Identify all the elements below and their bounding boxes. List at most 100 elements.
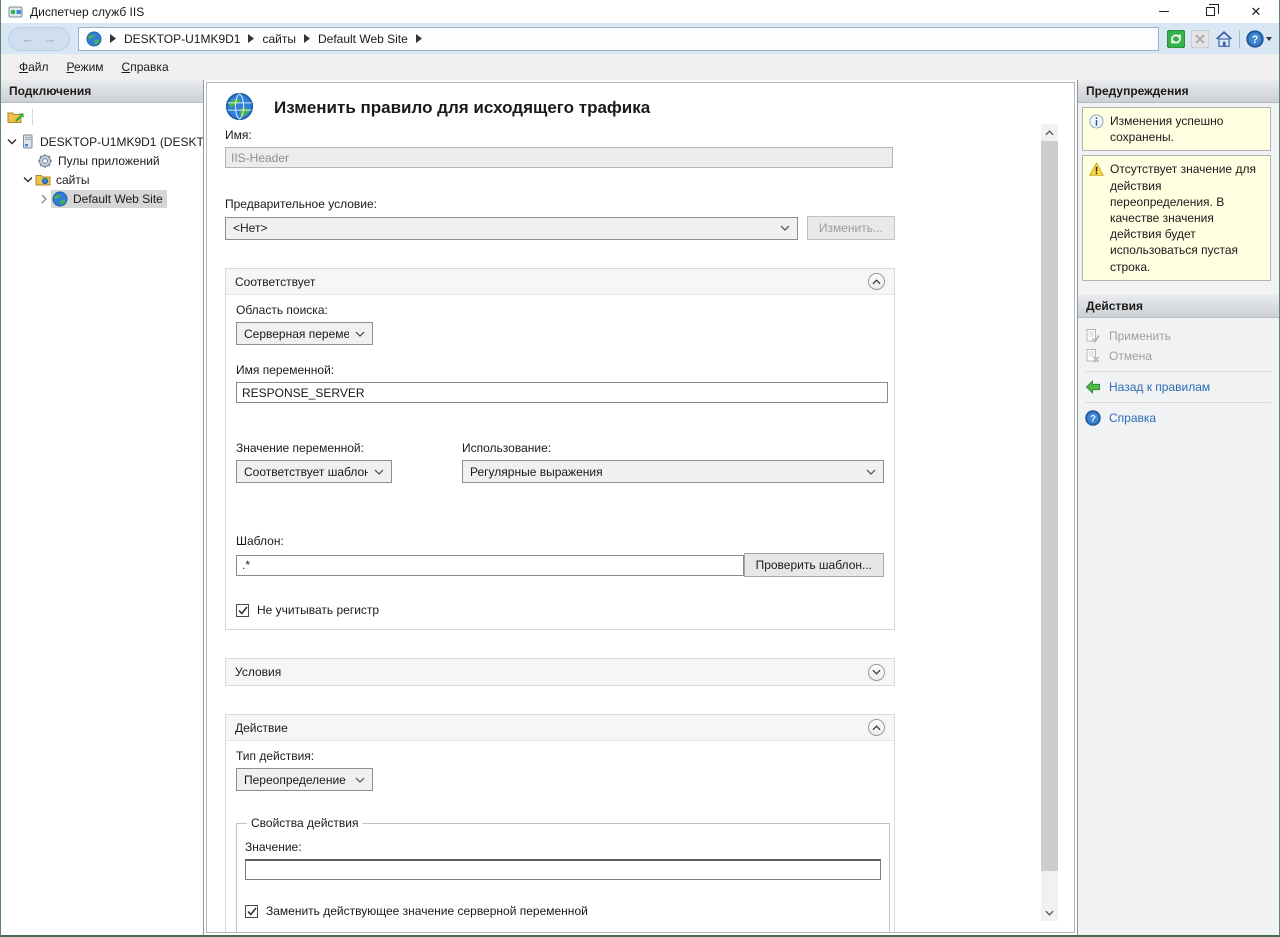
edit-rule-page: Изменить правило для исходящего трафика … bbox=[206, 82, 1075, 933]
breadcrumb-item-server[interactable]: DESKTOP-U1MK9D1 bbox=[124, 32, 240, 46]
value-label: Значение: bbox=[245, 840, 881, 854]
value-input[interactable] bbox=[245, 859, 881, 880]
toolbar-divider bbox=[1239, 30, 1240, 48]
home-button[interactable] bbox=[1215, 30, 1233, 48]
breadcrumb[interactable]: DESKTOP-U1MK9D1 сайты Default Web Site bbox=[78, 27, 1159, 51]
tree-item-label: сайты bbox=[56, 173, 90, 187]
chevron-down-icon bbox=[355, 331, 365, 337]
collapse-section-button[interactable] bbox=[868, 719, 885, 736]
expand-section-button[interactable] bbox=[868, 664, 885, 681]
minimize-button[interactable] bbox=[1141, 0, 1187, 23]
help-menu-button[interactable]: ? bbox=[1246, 30, 1272, 48]
main-area: Подключения DESKTOP-U1MK9D1 (DESKTOP Пул… bbox=[1, 80, 1279, 935]
window-title: Диспетчер служб IIS bbox=[30, 5, 144, 19]
scope-select[interactable]: Серверная переменн bbox=[236, 322, 373, 345]
actions-header: Действия bbox=[1078, 295, 1279, 318]
precondition-label: Предварительное условие: bbox=[225, 197, 895, 211]
toolbar-divider bbox=[32, 109, 33, 125]
stop-button bbox=[1191, 30, 1209, 48]
tree-item-label: Пулы приложений bbox=[58, 154, 160, 168]
chevron-collapsed-icon[interactable] bbox=[37, 194, 51, 204]
back-to-rules-link[interactable]: Назад к правилам bbox=[1085, 377, 1271, 397]
connections-header: Подключения bbox=[1, 80, 203, 103]
menu-help[interactable]: Справка bbox=[113, 56, 178, 78]
close-icon: ✕ bbox=[1251, 4, 1262, 20]
vertical-scrollbar[interactable] bbox=[1041, 124, 1058, 921]
chevron-down-icon bbox=[866, 469, 876, 475]
ignore-case-row: Не учитывать регистр bbox=[236, 603, 884, 617]
sites-folder-icon bbox=[35, 172, 51, 188]
ignore-case-checkbox[interactable] bbox=[236, 604, 249, 617]
tree-item-label: Default Web Site bbox=[73, 192, 163, 206]
apply-action: Применить bbox=[1085, 326, 1271, 346]
action-section-header[interactable]: Действие bbox=[226, 715, 894, 741]
variable-value-select[interactable]: Соответствует шаблону bbox=[236, 460, 392, 483]
ignore-case-label: Не учитывать регистр bbox=[257, 603, 379, 617]
action-type-select[interactable]: Переопределение bbox=[236, 768, 373, 791]
tree-item-sites[interactable]: сайты bbox=[1, 170, 203, 189]
scroll-down-button[interactable] bbox=[1041, 904, 1058, 921]
server-icon bbox=[19, 134, 35, 150]
tree-item-server[interactable]: DESKTOP-U1MK9D1 (DESKTOP bbox=[1, 132, 203, 151]
page-title-row: Изменить правило для исходящего трафика bbox=[225, 92, 895, 121]
breadcrumb-item-sites[interactable]: сайты bbox=[262, 32, 296, 46]
collapse-section-button[interactable] bbox=[868, 273, 885, 290]
chevron-down-icon bbox=[355, 777, 365, 783]
scrollbar-thumb[interactable] bbox=[1041, 141, 1058, 871]
name-field: IIS-Header bbox=[225, 147, 893, 168]
tree-item-app-pools[interactable]: Пулы приложений bbox=[1, 151, 203, 170]
menu-view[interactable]: Режим bbox=[58, 56, 113, 78]
restore-button[interactable] bbox=[1187, 0, 1233, 23]
window-controls: ✕ bbox=[1141, 0, 1279, 23]
using-select[interactable]: Регулярные выражения bbox=[462, 460, 884, 483]
chevron-expanded-icon[interactable] bbox=[5, 138, 19, 145]
close-button[interactable]: ✕ bbox=[1233, 0, 1279, 23]
name-label: Имя: bbox=[225, 128, 895, 142]
forward-button[interactable]: → bbox=[44, 32, 57, 45]
svg-text:?: ? bbox=[1090, 413, 1096, 424]
chevron-down-icon bbox=[780, 225, 790, 231]
menu-file[interactable]: Файл bbox=[10, 56, 58, 78]
application-pools-icon bbox=[37, 153, 53, 169]
help-link[interactable]: ? Справка bbox=[1085, 408, 1271, 428]
conditions-section-header[interactable]: Условия bbox=[226, 659, 894, 685]
using-label: Использование: bbox=[462, 441, 884, 455]
globe-icon bbox=[86, 31, 102, 47]
match-section: Соответствует Область поиска: Серверная … bbox=[225, 268, 895, 630]
match-section-header[interactable]: Соответствует bbox=[226, 269, 894, 295]
replace-checkbox[interactable] bbox=[245, 905, 258, 918]
connections-panel: Подключения DESKTOP-U1MK9D1 (DESKTOP Пул… bbox=[1, 80, 204, 935]
pattern-input[interactable]: .* bbox=[236, 555, 744, 576]
refresh-button[interactable] bbox=[1167, 30, 1185, 48]
test-pattern-button[interactable]: Проверить шаблон... bbox=[744, 553, 884, 577]
website-globe-icon bbox=[52, 191, 68, 207]
connections-tree: DESKTOP-U1MK9D1 (DESKTOP Пулы приложений… bbox=[1, 130, 203, 208]
pattern-label: Шаблон: bbox=[236, 534, 884, 548]
cancel-action: Отмена bbox=[1085, 346, 1271, 366]
app-icon bbox=[8, 4, 24, 20]
replace-row: Заменить действующее значение серверной … bbox=[245, 904, 881, 918]
menu-bar: Файл Режим Справка bbox=[1, 54, 1279, 80]
variable-name-input[interactable]: RESPONSE_SERVER bbox=[236, 382, 888, 403]
connections-toolbar bbox=[1, 103, 203, 130]
help-icon: ? bbox=[1085, 410, 1101, 426]
chevron-down-icon bbox=[374, 469, 384, 475]
warning-icon bbox=[1089, 162, 1104, 274]
info-icon bbox=[1089, 114, 1104, 145]
feature-pane: Изменить правило для исходящего трафика … bbox=[204, 80, 1077, 935]
address-bar: ← → DESKTOP-U1MK9D1 сайты Default Web Si… bbox=[1, 23, 1279, 54]
tree-item-default-web-site[interactable]: Default Web Site bbox=[1, 189, 203, 208]
chevron-down-icon bbox=[1266, 37, 1272, 41]
scroll-up-button[interactable] bbox=[1041, 124, 1058, 141]
precondition-select[interactable]: <Нет> bbox=[225, 217, 798, 240]
right-panel: Предупреждения Изменения успешно сохране… bbox=[1077, 80, 1279, 935]
breadcrumb-separator-icon bbox=[110, 34, 116, 43]
back-button[interactable]: ← bbox=[22, 32, 35, 45]
chevron-expanded-icon[interactable] bbox=[21, 176, 35, 183]
replace-label: Заменить действующее значение серверной … bbox=[266, 904, 588, 918]
address-toolbar: ? bbox=[1167, 30, 1272, 48]
variable-name-label: Имя переменной: bbox=[236, 363, 884, 377]
save-connection-icon[interactable] bbox=[7, 109, 24, 125]
breadcrumb-item-site[interactable]: Default Web Site bbox=[318, 32, 408, 46]
title-bar: Диспетчер служб IIS ✕ bbox=[1, 0, 1279, 23]
